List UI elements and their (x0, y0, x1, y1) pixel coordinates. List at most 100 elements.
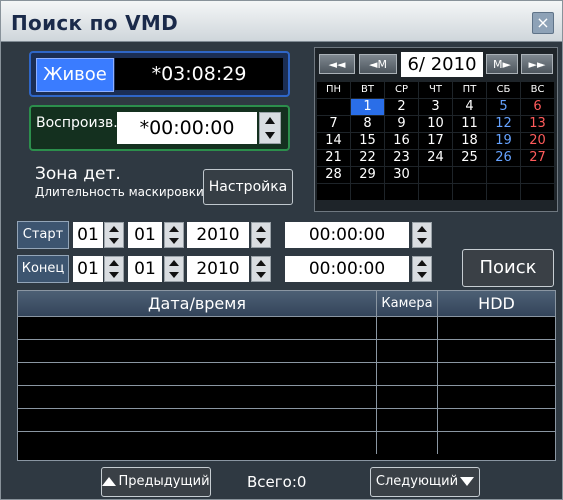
calendar-day[interactable]: 25 (453, 150, 486, 166)
prev-month-button[interactable]: ◄M (359, 54, 397, 74)
end-time-stepper[interactable] (412, 256, 432, 282)
setup-button[interactable]: Настройка (203, 169, 293, 205)
stepper-down-icon (109, 238, 119, 244)
stepper-up-icon (417, 260, 427, 266)
calendar-day[interactable]: 2 (385, 99, 418, 115)
calendar: ◄◄ ◄M 6/ 2010 M► ►► ПН ВТ СР ЧТ ПТ СБ ВС 1 2 3 4 5 6… (314, 47, 558, 212)
calendar-day[interactable]: 14 (317, 133, 350, 149)
start-year-field[interactable]: 2010 (187, 222, 249, 248)
titlebar: Поиск по VMD × (1, 1, 562, 42)
triangle-down-icon (460, 477, 475, 486)
total-count: Всего:0 (247, 473, 307, 491)
header-datetime: Дата/время (18, 291, 377, 316)
calendar-day[interactable]: 28 (317, 167, 350, 183)
calendar-empty-cell (385, 184, 418, 200)
end-month-stepper[interactable] (164, 256, 184, 282)
calendar-day[interactable]: 24 (419, 150, 452, 166)
calendar-day[interactable]: 15 (351, 133, 384, 149)
calendar-empty-cell (317, 184, 350, 200)
calendar-day[interactable]: 5 (487, 99, 520, 115)
calendar-empty-cell (317, 99, 350, 115)
cell-datetime (18, 340, 377, 362)
next-page-button[interactable]: Следующий (370, 467, 480, 497)
table-row[interactable] (18, 362, 555, 385)
start-day-stepper[interactable] (104, 222, 124, 248)
calendar-day[interactable]: 22 (351, 150, 384, 166)
calendar-weekday-header: ЧТ (419, 82, 452, 98)
close-button[interactable]: × (532, 12, 554, 34)
calendar-day[interactable]: 3 (419, 99, 452, 115)
search-button[interactable]: Поиск (462, 249, 554, 287)
end-year-stepper[interactable] (251, 256, 271, 282)
start-time-field[interactable]: 00:00:00 (285, 222, 409, 248)
calendar-day[interactable]: 10 (419, 116, 452, 132)
calendar-day[interactable]: 26 (487, 150, 520, 166)
cell-hdd (438, 340, 555, 362)
calendar-day[interactable]: 1 (351, 99, 384, 115)
calendar-day[interactable]: 12 (487, 116, 520, 132)
cell-datetime (18, 432, 377, 454)
live-time-display: *03:08:29 (115, 58, 283, 90)
calendar-empty-cell (419, 167, 452, 183)
start-time-stepper[interactable] (412, 222, 432, 248)
calendar-empty-cell (487, 184, 520, 200)
calendar-day[interactable]: 30 (385, 167, 418, 183)
end-month-field[interactable]: 01 (128, 256, 162, 282)
end-day-stepper[interactable] (104, 256, 124, 282)
calendar-day[interactable]: 21 (317, 150, 350, 166)
calendar-day[interactable]: 4 (453, 99, 486, 115)
calendar-day[interactable]: 17 (419, 133, 452, 149)
end-button[interactable]: Конец (17, 255, 69, 283)
prev-year-button[interactable]: ◄◄ (319, 54, 355, 74)
cell-hdd (438, 317, 555, 339)
start-month-stepper[interactable] (164, 222, 184, 248)
calendar-day[interactable]: 9 (385, 116, 418, 132)
end-time-field[interactable]: 00:00:00 (285, 256, 409, 282)
start-button[interactable]: Старт (17, 221, 69, 249)
table-row[interactable] (18, 408, 555, 431)
calendar-weekday-header: СР (385, 82, 418, 98)
end-year-field[interactable]: 2010 (187, 256, 249, 282)
calendar-day[interactable]: 7 (317, 116, 350, 132)
cell-datetime (18, 317, 377, 339)
next-month-button[interactable]: M► (486, 54, 518, 74)
live-button[interactable]: Живое (36, 58, 114, 92)
calendar-day[interactable]: 23 (385, 150, 418, 166)
table-row[interactable] (18, 339, 555, 362)
calendar-day[interactable]: 6 (521, 99, 554, 115)
calendar-grid: ПН ВТ СР ЧТ ПТ СБ ВС 1 2 3 4 5 6 7 8 9 10 11 12 13 14 15 16 17 1… (317, 82, 554, 200)
header-camera: Камера (377, 291, 438, 316)
playback-time-stepper[interactable] (259, 112, 281, 144)
start-day-field[interactable]: 01 (73, 222, 103, 248)
calendar-day[interactable]: 13 (521, 116, 554, 132)
calendar-day[interactable]: 19 (487, 133, 520, 149)
start-year-stepper[interactable] (251, 222, 271, 248)
end-day-field[interactable]: 01 (73, 256, 103, 282)
calendar-empty-cell (351, 184, 384, 200)
calendar-day[interactable]: 16 (385, 133, 418, 149)
calendar-weekday-header: СБ (487, 82, 520, 98)
table-row[interactable] (18, 316, 555, 339)
table-row[interactable] (18, 385, 555, 408)
start-month-field[interactable]: 01 (128, 222, 162, 248)
calendar-day[interactable]: 20 (521, 133, 554, 149)
playback-time-field[interactable]: *00:00:00 (117, 112, 257, 144)
calendar-day[interactable]: 27 (521, 150, 554, 166)
calendar-day[interactable]: 8 (351, 116, 384, 132)
calendar-weekday-header: ВС (521, 82, 554, 98)
stepper-down-icon (256, 238, 266, 244)
cell-camera (377, 317, 438, 339)
calendar-day[interactable]: 29 (351, 167, 384, 183)
table-row[interactable] (18, 431, 555, 454)
results-table: Дата/время Камера HDD (17, 290, 556, 461)
stepper-up-icon (256, 226, 266, 232)
stepper-down-icon (169, 272, 179, 278)
cell-datetime (18, 386, 377, 408)
cell-camera (377, 386, 438, 408)
vmd-search-window: Поиск по VMD × Живое *03:08:29 Воспроизв… (0, 0, 563, 500)
calendar-day[interactable]: 18 (453, 133, 486, 149)
previous-page-button[interactable]: Предыдущий (101, 467, 211, 497)
next-year-button[interactable]: ►► (521, 54, 553, 74)
calendar-day[interactable]: 11 (453, 116, 486, 132)
stepper-down-icon (109, 272, 119, 278)
